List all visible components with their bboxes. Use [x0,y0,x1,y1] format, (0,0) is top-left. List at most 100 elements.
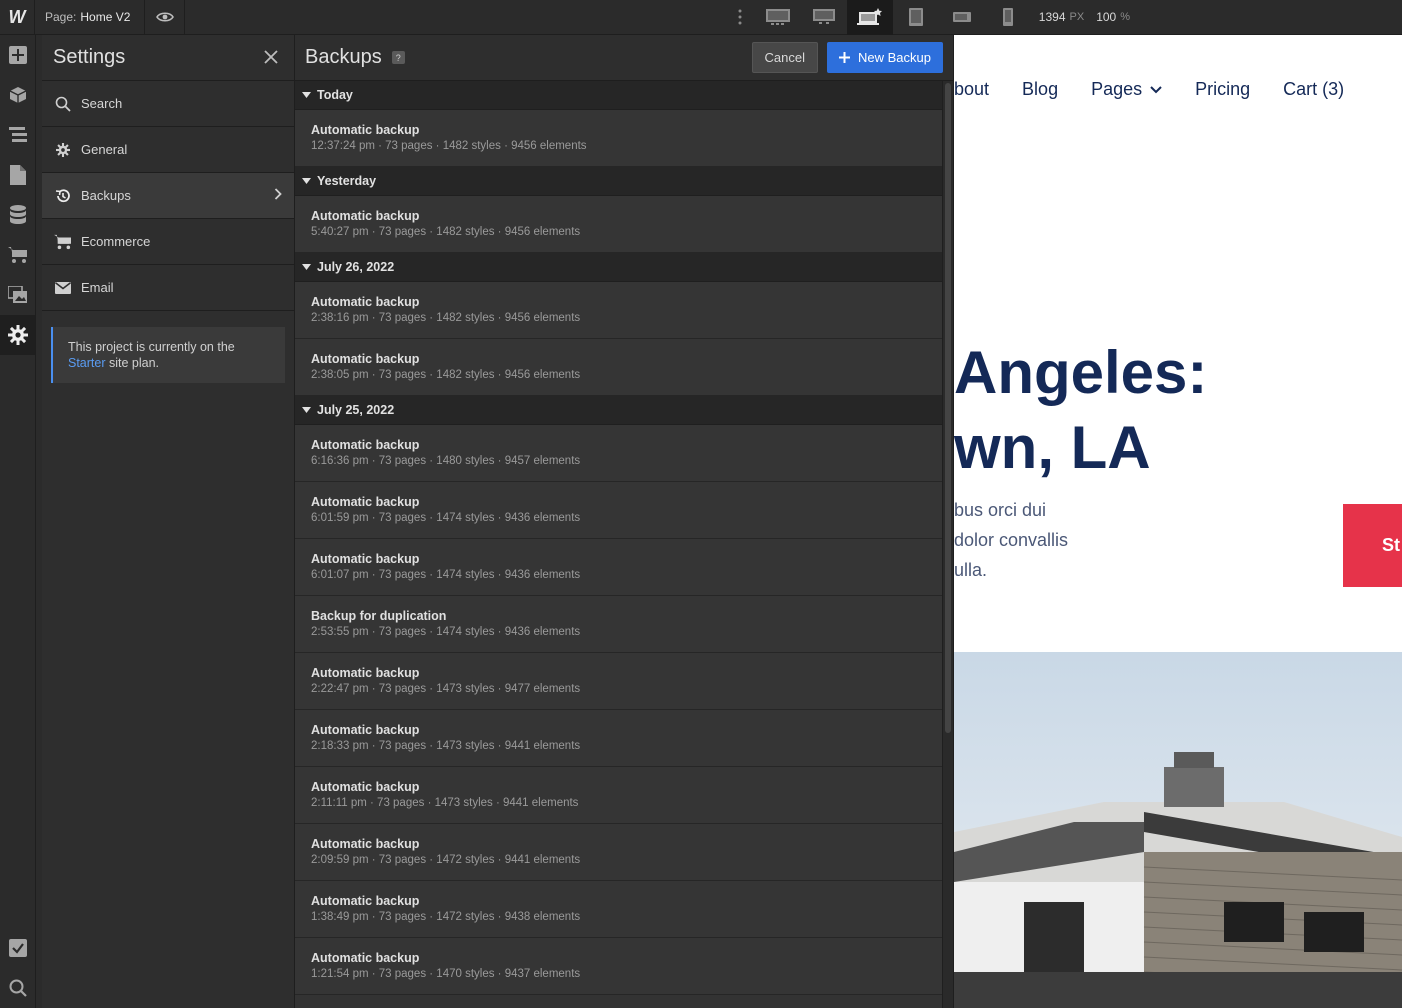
backup-list-scrollbar[interactable] [942,81,953,1008]
backup-row[interactable]: Automatic backup 2:09:59 pm · 73 pages · … [295,824,943,881]
top-toolbar: W Page: Home V2 1394 PX 100 % [0,0,1402,35]
kebab-icon [738,9,742,25]
breakpoint-desktop-button[interactable] [846,0,893,35]
database-icon [9,205,26,225]
backup-row[interactable]: Automatic backup 2:18:33 pm · 73 pages · … [295,710,943,767]
backups-panel: Backups ? Cancel New Backup Today Automat… [295,35,954,1008]
settings-header: Settings [42,35,294,81]
plus-icon [839,52,851,63]
backup-row[interactable]: Automatic backup 6:01:07 pm · 73 pages · … [295,539,943,596]
backup-name: Automatic backup [311,295,420,309]
new-backup-button[interactable]: New Backup [827,42,943,73]
backup-row[interactable]: Automatic backup 12:37:24 pm · 73 pages ·… [295,110,943,167]
settings-panel: Settings Search General Backups Ecommerc… [42,35,295,1008]
site-nav: bout Blog Pages Pricing Cart (3) [954,79,1344,100]
backup-name: Automatic backup [311,894,420,908]
hero-paragraph-line-3: ulla. [954,560,988,580]
breakpoint-1440-button[interactable] [801,0,847,35]
backup-row[interactable]: Automatic backup 5:40:27 pm · 73 pages · … [295,196,943,253]
hero-cta-button[interactable]: St [1343,504,1402,587]
backup-name: Backup for duplication [311,609,447,623]
pages-panel-button[interactable] [0,155,35,195]
add-panel-button[interactable] [0,35,35,75]
backup-group-header[interactable]: Yesterday [295,167,943,196]
nav-link-blog[interactable]: Blog [1022,79,1058,100]
hero-paragraph-line-2: dolor convallis [954,530,1069,550]
more-options-button[interactable] [725,0,755,35]
backup-group-header[interactable]: July 26, 2022 [295,253,943,282]
nav-link-pricing[interactable]: Pricing [1195,79,1250,100]
backup-name: Automatic backup [311,780,420,794]
page-selector[interactable]: Page: Home V2 [35,0,145,35]
backup-meta: 6:01:59 pm · 73 pages · 1474 styles · 94… [311,512,581,524]
backup-group-header[interactable]: Today [295,81,943,110]
hero-title-line-2: wn, LA [954,414,1151,481]
ecommerce-panel-button[interactable] [0,235,35,275]
nav-link-about[interactable]: bout [954,79,989,100]
hero-paragraph-line-1: bus orci dui [954,500,1047,520]
backup-name: Automatic backup [311,723,420,737]
backup-list: Today Automatic backup 12:37:24 pm · 73 pa… [295,81,943,995]
backup-row[interactable]: Automatic backup 1:21:54 pm · 73 pages · … [295,938,943,995]
settings-item-label: Backups [81,188,131,203]
backup-row[interactable]: Automatic backup 6:01:59 pm · 73 pages · … [295,482,943,539]
backup-meta: 1:38:49 pm · 73 pages · 1472 styles · 94… [311,911,581,923]
backup-meta: 2:53:55 pm · 73 pages · 1474 styles · 94… [311,626,581,638]
breakpoint-tablet-button[interactable] [893,0,939,35]
settings-item-ecommerce[interactable]: Ecommerce [42,219,294,265]
hero-paragraph: bus orci dui dolor convallis ulla. [954,495,1068,585]
webflow-logo[interactable]: W [0,0,35,35]
backup-row[interactable]: Automatic backup 1:38:49 pm · 73 pages · … [295,881,943,938]
backup-meta: 1:21:54 pm · 73 pages · 1470 styles · 94… [311,968,581,980]
settings-item-general[interactable]: General [42,127,294,173]
backup-name: Automatic backup [311,837,420,851]
breakpoint-1920-button[interactable] [755,0,801,35]
backup-name: Automatic backup [311,951,420,965]
eye-icon [155,11,174,23]
settings-item-email[interactable]: Email [42,265,294,311]
cancel-button[interactable]: Cancel [751,42,819,73]
canvas-dimensions: 1394 PX 100 % [1031,10,1148,24]
settings-item-backups[interactable]: Backups [42,173,294,219]
breakpoint-mobile-landscape-button[interactable] [939,0,985,35]
backup-row[interactable]: Automatic backup 2:38:16 pm · 73 pages · … [295,282,943,339]
plan-link[interactable]: Starter [68,356,106,370]
assets-panel-button[interactable] [0,275,35,315]
backup-group-date: July 25, 2022 [317,403,395,417]
navigator-panel-button[interactable] [0,115,35,155]
help-icon[interactable]: ? [391,51,405,64]
left-icon-rail [0,35,36,1008]
close-icon[interactable] [264,49,280,66]
cms-panel-button[interactable] [0,195,35,235]
backup-row[interactable]: Backup for duplication 2:53:55 pm · 73 pa… [295,596,943,653]
preview-button[interactable] [145,0,185,35]
backup-row[interactable]: Automatic backup 2:11:11 pm · 73 pages · … [295,767,943,824]
backup-group-header[interactable]: July 25, 2022 [295,396,943,425]
components-panel-button[interactable] [0,75,35,115]
nav-link-cart[interactable]: Cart (3) [1283,79,1344,100]
backup-group-date: Today [317,88,353,102]
gear-icon [54,141,72,159]
backup-row[interactable]: Automatic backup 2:38:05 pm · 73 pages · … [295,339,943,396]
backups-header: Backups ? Cancel New Backup [295,35,953,81]
page-selector-value: Home V2 [80,10,131,24]
backup-row[interactable]: Automatic backup 2:22:47 pm · 73 pages · … [295,653,943,710]
backup-row[interactable]: Automatic backup 6:16:36 pm · 73 pages · … [295,425,943,482]
tablet-icon [908,7,924,27]
building-photo [954,652,1402,1008]
find-button[interactable] [0,968,35,1008]
settings-panel-button[interactable] [0,315,35,355]
backup-name: Automatic backup [311,552,420,566]
scroll-thumb[interactable] [945,83,951,733]
backup-meta: 2:38:16 pm · 73 pages · 1482 styles · 94… [311,312,581,324]
audit-panel-button[interactable] [0,928,35,968]
backup-meta: 6:01:07 pm · 73 pages · 1474 styles · 94… [311,569,581,581]
desktop-xl-icon [812,8,836,26]
logo-mark: W [8,6,26,27]
backup-name: Automatic backup [311,209,420,223]
backup-meta: 2:11:11 pm · 73 pages · 1473 styles · 94… [311,797,579,809]
settings-item-search[interactable]: Search [42,81,294,127]
nav-link-pages[interactable]: Pages [1091,79,1162,100]
caret-down-icon [302,92,311,98]
breakpoint-mobile-portrait-button[interactable] [985,0,1031,35]
